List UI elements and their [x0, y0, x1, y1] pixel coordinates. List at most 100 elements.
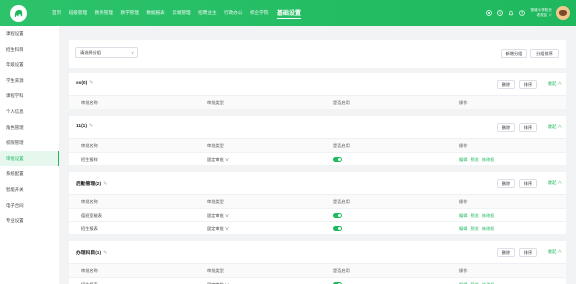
column-header-name: 审批名称	[81, 143, 98, 148]
edit-icon[interactable]: ✎	[89, 124, 93, 129]
group-title-text: 11(1)	[76, 124, 87, 129]
preview-link[interactable]: 预览	[470, 157, 478, 162]
nav-item[interactable]: 招聘业主	[198, 10, 216, 16]
sidebar-item[interactable]: 个人信息	[0, 104, 59, 120]
approval-group-card: ss(0) ✎ 删除 排序 收起 ∧ 审批名称 审批类型 是否启用 操作	[69, 73, 566, 109]
enabled-toggle[interactable]	[333, 226, 342, 231]
enabled-toggle[interactable]	[333, 213, 342, 218]
group-title-text: 办理科目(1)	[76, 251, 102, 256]
sort-group-button[interactable]: 排序	[519, 123, 537, 132]
header-actions: 宽城小学校长 老校区 ∨	[486, 0, 576, 26]
edit-icon[interactable]: ✎	[103, 251, 107, 256]
column-header-type: 审批类型	[207, 268, 224, 273]
column-header-ops: 操作	[459, 199, 468, 204]
group-header: 11(1) ✎ 删除 排序 收起 ∧	[69, 116, 566, 139]
row-actions: 编辑预览修改权	[459, 278, 497, 284]
sort-group-button[interactable]: 排序	[519, 179, 537, 188]
table-header: 审批名称 审批类型 是否启用 操作	[69, 264, 566, 277]
edit-icon[interactable]: ✎	[89, 81, 93, 86]
approval-type-select[interactable]: 固定审批 ∨	[207, 153, 229, 166]
column-header-name: 审批名称	[81, 100, 98, 105]
row-actions: 编辑预览修改权	[459, 222, 497, 235]
table-row: 招生报表 固定审批 ∨ 编辑预览修改权	[69, 277, 566, 284]
bell-icon[interactable]	[508, 10, 514, 16]
collapse-link[interactable]: 收起 ∧	[548, 81, 562, 87]
preview-link[interactable]: 预览	[470, 213, 478, 218]
edit-link[interactable]: 编辑	[459, 213, 467, 218]
nav-item[interactable]: 教务管理	[95, 10, 113, 16]
approval-name: 招生报表	[81, 226, 98, 231]
top-navigation-bar: 首页 班级管理 教务管理 教学管理 数据报表 云端管理 招聘业主 行政办公 校企学院 基础设置 宽…	[0, 0, 576, 26]
delete-group-button[interactable]: 删除	[497, 80, 515, 89]
approval-group-card: 11(1) ✎ 删除 排序 收起 ∧ 审批名称 审批类型 是否启用 操作 招生报样 固定审批 ∨ 编辑…	[69, 116, 566, 165]
record-icon[interactable]	[486, 10, 493, 16]
table-header: 审批名称 审批类型 是否启用 操作	[69, 96, 566, 109]
preview-link[interactable]: 预览	[470, 226, 478, 231]
sort-group-button[interactable]: 排序	[519, 80, 537, 89]
sidebar-item[interactable]: 角色管理	[0, 120, 59, 136]
nav-item[interactable]: 班级管理	[69, 10, 87, 16]
sidebar-item[interactable]: 审批设置	[0, 150, 59, 167]
approval-group-card: 办理科目(1)✎ 删除排序 收起 ∧ 审批名称 审批类型 是否启用 操作招生报表 固定审批 ∨…	[69, 241, 566, 284]
new-group-button[interactable]: 新增分组	[501, 49, 527, 58]
nav-item[interactable]: 首页	[52, 10, 61, 16]
edit-link[interactable]: 编辑	[459, 157, 467, 162]
collapse-link[interactable]: 收起 ∧	[548, 249, 562, 255]
table-header: 审批名称 审批类型 是否启用 操作	[69, 195, 566, 208]
sidebar-item[interactable]: 权限管理	[0, 135, 59, 151]
column-header-enabled: 是否启用	[333, 199, 350, 204]
sidebar-item[interactable]: 学生来源	[0, 73, 59, 89]
nav-item-active[interactable]: 基础设置	[276, 8, 301, 19]
group-title-text: 后勤管理(2)	[76, 182, 102, 187]
nav-item[interactable]: 数据报表	[146, 10, 164, 16]
nav-item[interactable]: 校企学院	[250, 10, 268, 16]
sidebar-item[interactable]: 电子合同	[0, 198, 59, 214]
nav-item[interactable]: 行政办公	[224, 10, 242, 16]
sidebar-item[interactable]: 智能开关	[0, 182, 59, 198]
sidebar-item[interactable]: 系统配置	[0, 166, 59, 182]
campus-switch[interactable]: 老校区 ∨	[537, 13, 552, 18]
app-logo[interactable]	[10, 5, 27, 22]
approval-group-card: 后勤管理(2) ✎ 删除 排序 收起 ∧ 审批名称 审批类型 是否启用 操作 值班室能表 固定审批 …	[69, 172, 566, 234]
avatar[interactable]	[556, 6, 570, 20]
edit-icon[interactable]: ✎	[103, 182, 107, 187]
column-header-enabled: 是否启用	[333, 143, 350, 148]
permission-link[interactable]: 修改权	[482, 157, 495, 162]
group-sort-button[interactable]: 分组排序	[530, 49, 559, 58]
group-select[interactable]: 请选择分组 ∨	[75, 47, 138, 58]
column-header-type: 审批类型	[207, 143, 224, 148]
user-info[interactable]: 宽城小学校长 老校区 ∨	[530, 8, 552, 18]
delete-group-button[interactable]: 删除	[497, 248, 515, 257]
permission-link[interactable]: 修改权	[482, 226, 495, 231]
column-header-enabled: 是否启用	[333, 100, 350, 105]
collapse-link[interactable]: 收起 ∧	[548, 124, 562, 130]
elephant-logo-icon	[14, 9, 23, 18]
nav-item[interactable]: 云端管理	[172, 10, 190, 16]
approval-type-select[interactable]: 固定审批 ∨	[207, 222, 229, 235]
collapse-link[interactable]: 收起 ∧	[548, 180, 562, 186]
column-header-ops: 操作	[459, 100, 468, 105]
group-select-value: 请选择分组	[80, 50, 101, 55]
help-icon[interactable]	[519, 10, 526, 16]
clock-icon[interactable]	[497, 10, 504, 16]
nav-item[interactable]: 教学管理	[120, 10, 138, 16]
delete-group-button[interactable]: 删除	[497, 179, 515, 188]
group-header: ss(0) ✎ 删除 排序 收起 ∧	[69, 73, 566, 96]
group-header: 后勤管理(2) ✎ 删除 排序 收起 ∧	[69, 172, 566, 195]
approval-type-select[interactable]: 固定审批 ∨	[207, 278, 229, 284]
group-title: ss(0) ✎	[76, 81, 93, 86]
approval-name: 招生报表	[81, 278, 98, 284]
sidebar-item[interactable]: 招生科目	[0, 42, 59, 58]
sidebar-item[interactable]: 课程设置	[0, 26, 59, 42]
delete-group-button[interactable]: 删除	[497, 123, 515, 132]
main-nav: 首页 班级管理 教务管理 教学管理 数据报表 云端管理 招聘业主 行政办公 校企学院 基础设置	[52, 0, 308, 26]
sidebar-item[interactable]: 专业设置	[0, 213, 59, 229]
edit-link[interactable]: 编辑	[459, 226, 467, 231]
sidebar-item[interactable]: 课程学科	[0, 88, 59, 104]
permission-link[interactable]: 修改权	[482, 213, 495, 218]
chevron-down-icon: ∨	[131, 50, 134, 55]
enabled-toggle[interactable]	[333, 157, 342, 162]
sidebar-item[interactable]: 年级设置	[0, 57, 59, 73]
sort-group-button[interactable]: 排序	[519, 248, 537, 257]
table-row: 值班室能表 固定审批 ∨ 编辑 预览 修改权	[69, 208, 566, 221]
